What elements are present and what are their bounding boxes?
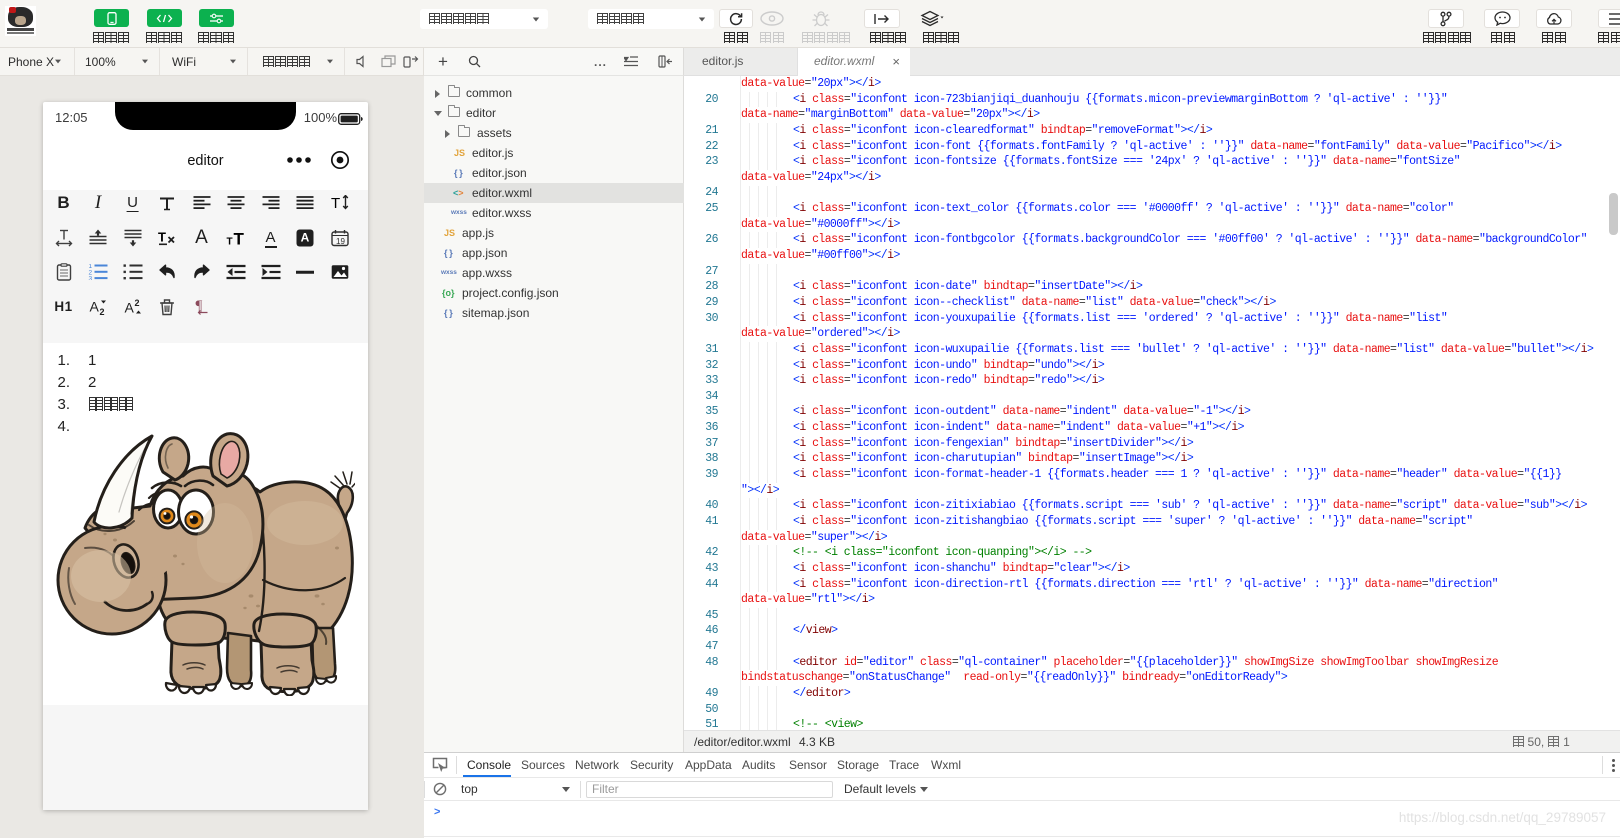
svg-text:3: 3 <box>89 276 93 280</box>
svg-text:2: 2 <box>100 307 105 315</box>
svg-text:A: A <box>124 299 134 315</box>
svg-text:T: T <box>227 236 233 245</box>
svg-text:T: T <box>331 195 340 211</box>
svg-text:A: A <box>90 299 100 315</box>
svg-text:2: 2 <box>134 299 139 308</box>
svg-text:19: 19 <box>336 237 345 246</box>
svg-text:T: T <box>234 230 245 245</box>
svg-text:T: T <box>158 230 166 244</box>
